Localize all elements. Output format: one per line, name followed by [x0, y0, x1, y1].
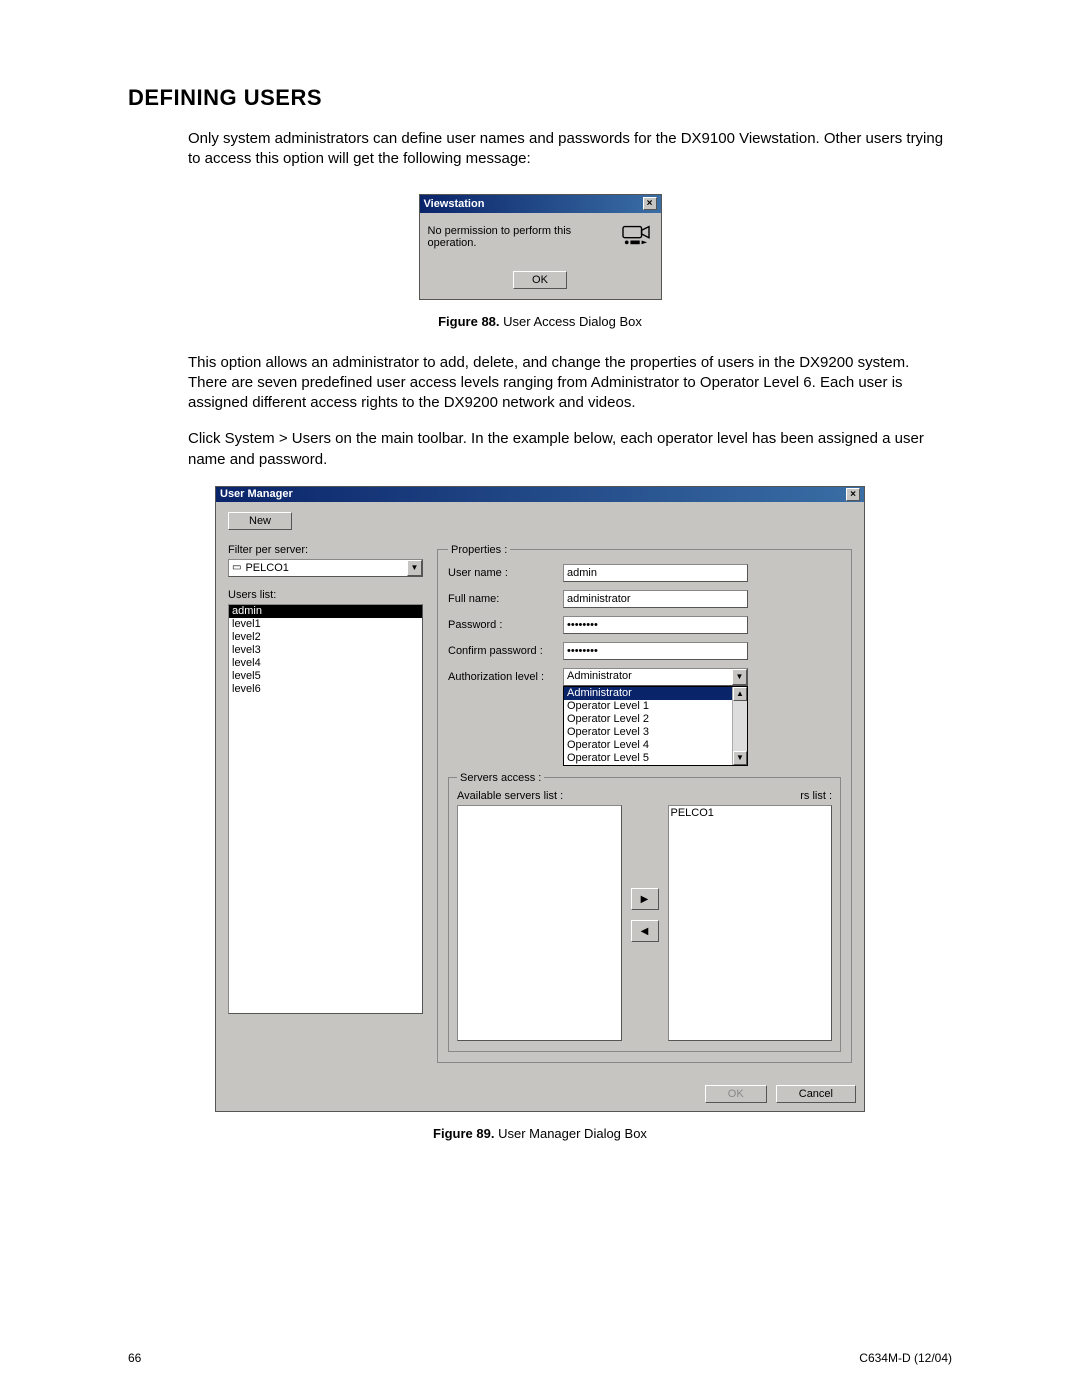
- page-number: 66: [128, 1351, 141, 1365]
- paragraph-2: This option allows an administrator to a…: [188, 353, 952, 414]
- figure-89-caption: Figure 89. User Manager Dialog Box: [128, 1126, 952, 1141]
- figure-88-caption: Figure 88. User Access Dialog Box: [128, 314, 952, 329]
- auth-level-label: Authorization level :: [448, 671, 563, 683]
- dropdown-item[interactable]: Administrator: [564, 687, 747, 700]
- servers-access-legend: Servers access :: [457, 772, 544, 784]
- list-item[interactable]: PELCO1: [671, 807, 830, 819]
- user-manager-titlebar: User Manager ×: [216, 487, 864, 502]
- list-item[interactable]: level3: [229, 644, 422, 657]
- list-item[interactable]: level6: [229, 683, 422, 696]
- list-item[interactable]: level1: [229, 618, 422, 631]
- viewstation-title: Viewstation: [424, 198, 485, 210]
- username-input[interactable]: [563, 564, 748, 582]
- cancel-button[interactable]: Cancel: [776, 1085, 856, 1103]
- paragraph-3: Click System > Users on the main toolbar…: [188, 429, 952, 470]
- permission-message: No permission to perform this operation.: [428, 223, 598, 249]
- chevron-down-icon[interactable]: ▼: [407, 560, 422, 576]
- viewstation-titlebar: Viewstation ×: [420, 195, 661, 213]
- section-heading: DEFINING USERS: [128, 85, 952, 111]
- move-right-button[interactable]: ▶: [631, 888, 659, 910]
- filter-server-combo[interactable]: ▭ PELCO1 ▼: [228, 559, 423, 577]
- ok-button[interactable]: OK: [513, 271, 567, 289]
- list-item[interactable]: level5: [229, 670, 422, 683]
- dropdown-item[interactable]: Operator Level 5: [564, 752, 747, 765]
- camera-icon: [621, 221, 651, 247]
- auth-level-dropdown[interactable]: AdministratorOperator Level 1Operator Le…: [563, 686, 748, 766]
- chevron-down-icon[interactable]: ▼: [732, 669, 747, 685]
- fullname-input[interactable]: [563, 590, 748, 608]
- available-servers-label: Available servers list :: [457, 790, 622, 802]
- scroll-up-icon[interactable]: ▲: [733, 687, 747, 701]
- auth-level-value: Administrator: [567, 670, 632, 682]
- servers-access-fieldset: Servers access : Available servers list …: [448, 772, 841, 1052]
- dropdown-item[interactable]: Operator Level 3: [564, 726, 747, 739]
- users-list-label: Users list:: [228, 589, 423, 601]
- assigned-servers-list[interactable]: PELCO1: [668, 805, 833, 1041]
- properties-legend: Properties :: [448, 544, 510, 556]
- fullname-label: Full name:: [448, 593, 563, 605]
- user-manager-title: User Manager: [220, 488, 293, 500]
- move-left-button[interactable]: ◀: [631, 920, 659, 942]
- close-icon[interactable]: ×: [643, 197, 657, 210]
- new-button[interactable]: New: [228, 512, 292, 530]
- list-item[interactable]: admin: [229, 605, 422, 618]
- intro-paragraph: Only system administrators can define us…: [188, 129, 952, 170]
- available-servers-list[interactable]: [457, 805, 622, 1041]
- filter-per-server-label: Filter per server:: [228, 544, 423, 556]
- properties-fieldset: Properties : User name : Full name: Pass…: [437, 544, 852, 1063]
- list-item[interactable]: level4: [229, 657, 422, 670]
- list-item[interactable]: level2: [229, 631, 422, 644]
- server-icon: ▭: [232, 562, 241, 573]
- username-label: User name :: [448, 567, 563, 579]
- close-icon[interactable]: ×: [846, 488, 860, 501]
- auth-level-combo[interactable]: Administrator ▼: [563, 668, 748, 686]
- scroll-down-icon[interactable]: ▼: [733, 751, 747, 765]
- users-listbox[interactable]: adminlevel1level2level3level4level5level…: [228, 604, 423, 1014]
- ok-button[interactable]: OK: [705, 1085, 767, 1103]
- page-footer: 66 C634M-D (12/04): [128, 1351, 952, 1365]
- assigned-servers-label-suffix: rs list :: [668, 790, 833, 802]
- dropdown-item[interactable]: Operator Level 4: [564, 739, 747, 752]
- filter-server-value: PELCO1: [245, 562, 288, 574]
- viewstation-dialog: Viewstation × No permission to perform t…: [419, 194, 662, 300]
- password-label: Password :: [448, 619, 563, 631]
- dropdown-item[interactable]: Operator Level 1: [564, 700, 747, 713]
- password-input[interactable]: [563, 616, 748, 634]
- confirm-password-input[interactable]: [563, 642, 748, 660]
- confirm-password-label: Confirm password :: [448, 645, 563, 657]
- doc-id: C634M-D (12/04): [859, 1351, 952, 1365]
- dropdown-item[interactable]: Operator Level 2: [564, 713, 747, 726]
- user-manager-dialog: User Manager × New Filter per server: ▭ …: [215, 486, 865, 1112]
